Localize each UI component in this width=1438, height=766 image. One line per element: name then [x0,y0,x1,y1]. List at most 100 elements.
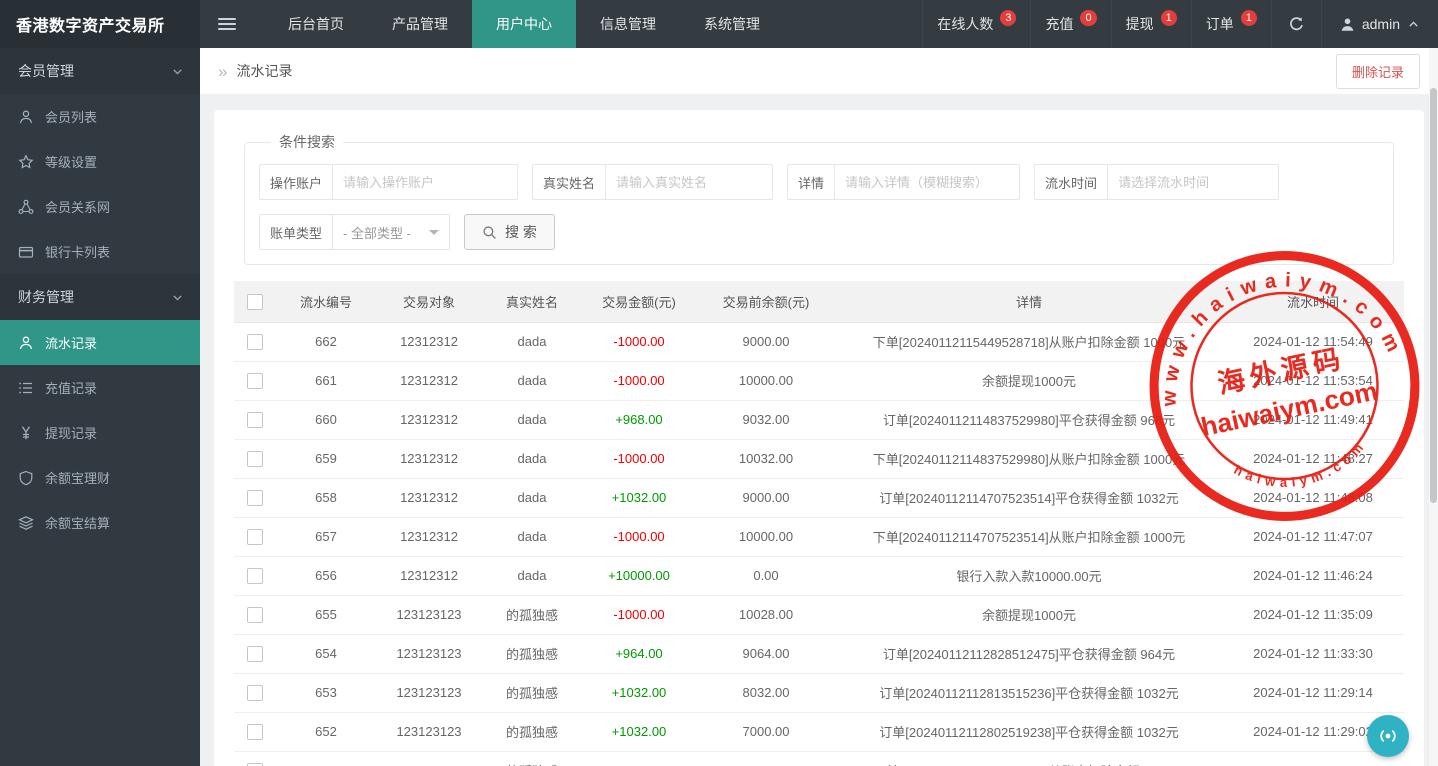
table-row[interactable]: 662 12312312 dada -1000.00 9000.00 下单[20… [234,322,1404,362]
sidebar-group-members[interactable]: 会员管理 [0,48,200,94]
row-checkbox[interactable] [247,723,263,740]
cell-real-name: dada [482,517,582,557]
sidebar-item-withdraw-records[interactable]: 提现记录 [0,410,200,455]
cell-real-name: dada [482,556,582,596]
cell-amount: +964.00 [582,634,696,674]
cell-time: 2024-01-12 11:46:24 [1222,556,1404,596]
detail-input[interactable] [834,164,1021,200]
top-right-area: 在线人数 3 充值 0 提现 1 订单 1 admin [922,0,1438,48]
row-checkbox[interactable] [247,567,263,584]
field-label: 详情 [787,164,836,200]
cell-amount: +968.00 [582,400,696,440]
cell-target: 123123123 [376,595,482,635]
table-row[interactable]: 656 12312312 dada +10000.00 0.00 银行入款入款1… [234,556,1404,596]
chevron-down-icon [429,229,440,235]
search-legend: 条件搜索 [279,134,335,150]
row-checkbox[interactable] [247,489,263,506]
cell-flow-id: 654 [276,634,376,674]
refresh-icon [1289,16,1303,30]
stat-online-users[interactable]: 在线人数 3 [922,0,1030,48]
table-row[interactable]: 659 12312312 dada -1000.00 10032.00 下单[2… [234,439,1404,479]
col-header-detail: 详情 [836,281,1222,323]
cell-time: 2024-01-12 11:29:14 [1222,673,1404,713]
topnav-item-system[interactable]: 系统管理 [680,0,784,48]
real-name-input[interactable] [605,164,774,200]
cell-time: 2024-01-12 11:54:49 [1222,322,1404,362]
row-checkbox[interactable] [247,606,263,623]
menu-icon [218,15,236,33]
records-card: 条件搜索 操作账户 真实姓名 详情 [214,110,1424,766]
sidebar-item-relationship-network[interactable]: 会员关系网 [0,184,200,229]
sidebar-item-yuebao-finance[interactable]: 余额宝理财 [0,455,200,500]
sidebar-group-finance[interactable]: 财务管理 [0,274,200,320]
cell-amount: -1000.00 [582,751,696,766]
stat-label: 提现 [1125,16,1154,32]
table-row[interactable]: 651 123123123 的孤独感 -1000.00 8000.00 下单[2… [234,751,1404,766]
table-row[interactable]: 653 123123123 的孤独感 +1032.00 8032.00 订单[2… [234,673,1404,713]
row-checkbox[interactable] [247,450,263,467]
row-checkbox[interactable] [247,684,263,701]
sidebar-item-bank-cards[interactable]: 银行卡列表 [0,229,200,274]
table-row[interactable]: 654 123123123 的孤独感 +964.00 9064.00 订单[20… [234,634,1404,674]
field-bill-type: 账单类型 - 全部类型 - [259,214,451,250]
stat-label: 订单 [1205,16,1234,32]
chevron-down-icon [173,294,182,300]
row-checkbox[interactable] [247,411,263,428]
field-label: 操作账户 [259,164,334,200]
col-header-real-name: 真实姓名 [482,281,582,323]
table-row[interactable]: 652 123123123 的孤独感 +1032.00 7000.00 订单[2… [234,712,1404,752]
search-button[interactable]: 搜 索 [464,214,555,250]
sidebar-item-yuebao-settlement[interactable]: 余额宝结算 [0,500,200,545]
col-header-target: 交易对象 [376,281,482,323]
table-row[interactable]: 658 12312312 dada +1032.00 9000.00 订单[20… [234,478,1404,518]
row-checkbox[interactable] [247,333,263,350]
refresh-button[interactable] [1270,0,1321,48]
cell-target: 12312312 [376,400,482,440]
delete-records-button[interactable]: 删除记录 [1335,53,1420,89]
stat-withdraw[interactable]: 提现 1 [1110,0,1191,48]
bill-type-select[interactable]: - 全部类型 - [332,214,451,250]
cell-flow-id: 658 [276,478,376,518]
cell-balance: 0.00 [696,556,836,596]
topnav-item-products[interactable]: 产品管理 [368,0,472,48]
topnav-item-info[interactable]: 信息管理 [576,0,680,48]
scrollbar-track[interactable] [1429,48,1438,766]
sidebar-item-label: 银行卡列表 [45,245,111,260]
sidebar-item-recharge-records[interactable]: 充值记录 [0,365,200,410]
table-row[interactable]: 660 12312312 dada +968.00 9032.00 订单[202… [234,400,1404,440]
sidebar-item-member-list[interactable]: 会员列表 [0,94,200,139]
cell-detail: 订单[20240112114837529980]平仓获得金额 968元 [836,400,1222,440]
operator-account-input[interactable] [332,164,519,200]
list-icon [19,382,32,393]
field-detail: 详情 [787,164,1021,200]
cell-balance: 9000.00 [696,322,836,362]
row-checkbox[interactable] [247,372,263,389]
scrollbar-thumb[interactable] [1430,88,1437,503]
table-row[interactable]: 657 12312312 dada -1000.00 10000.00 下单[2… [234,517,1404,557]
cell-real-name: dada [482,361,582,401]
table-row[interactable]: 661 12312312 dada -1000.00 10000.00 余额提现… [234,361,1404,401]
table-header-row: 流水编号 交易对象 真实姓名 交易金额(元) 交易前余额(元) 详情 流水时间 [234,281,1404,323]
customer-service-float-button[interactable] [1367,715,1409,757]
row-checkbox[interactable] [247,528,263,545]
stat-orders[interactable]: 订单 1 [1190,0,1271,48]
sidebar-item-flow-records[interactable]: 流水记录 [0,320,200,365]
breadcrumb-bar: » 流水记录 删除记录 [200,48,1438,94]
collapse-menu-button[interactable] [200,0,254,48]
cell-balance: 7000.00 [696,712,836,752]
flow-time-input[interactable] [1107,164,1280,200]
stat-recharge[interactable]: 充值 0 [1030,0,1110,48]
cell-time: 2024-01-12 11:35:09 [1222,595,1404,635]
cell-target: 123123123 [376,673,482,713]
user-menu[interactable]: admin [1320,0,1438,48]
topnav-item-home[interactable]: 后台首页 [264,0,368,48]
cell-balance: 10000.00 [696,361,836,401]
sidebar-item-level-settings[interactable]: 等级设置 [0,139,200,184]
table-row[interactable]: 655 123123123 的孤独感 -1000.00 10028.00 余额提… [234,595,1404,635]
cell-flow-id: 657 [276,517,376,557]
row-checkbox[interactable] [247,645,263,662]
select-all-checkbox[interactable] [247,293,263,310]
topnav-item-user-center[interactable]: 用户中心 [472,0,576,48]
star-icon [18,153,34,169]
yen-icon [21,425,31,439]
